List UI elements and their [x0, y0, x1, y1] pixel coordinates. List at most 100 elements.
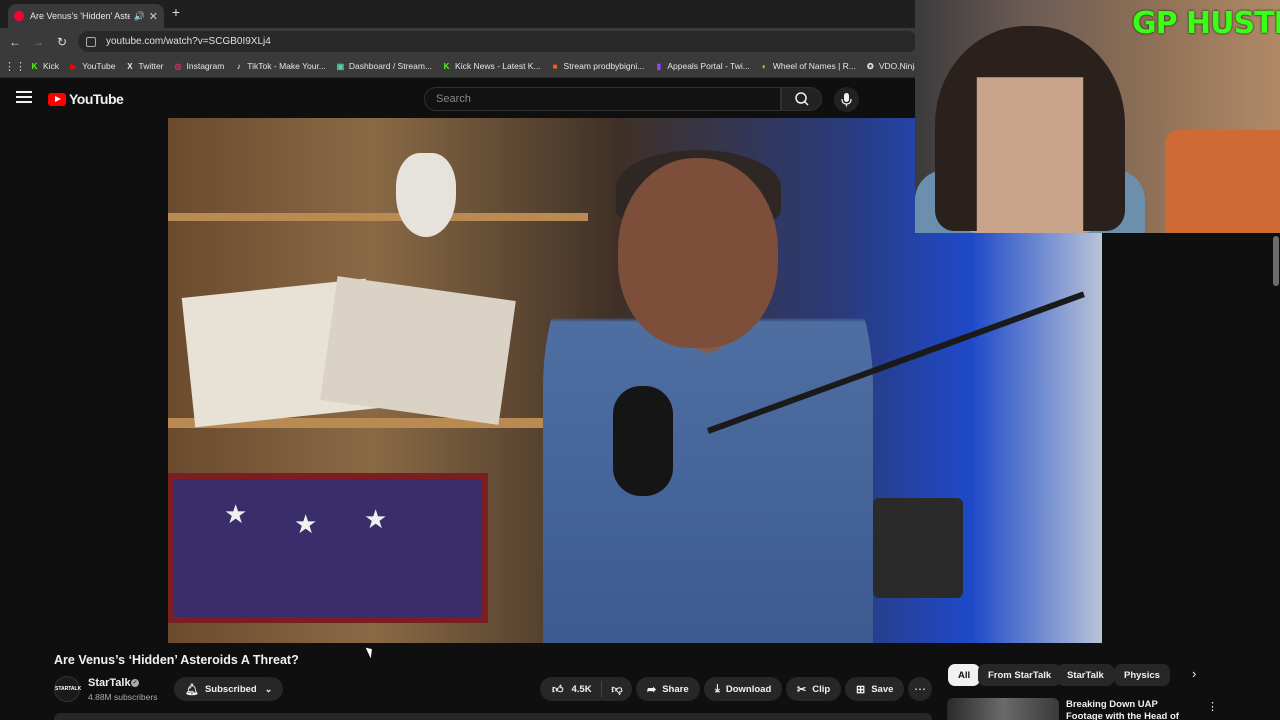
more-vertical-icon[interactable]: ⋮ [1207, 700, 1218, 713]
video-scene-book [320, 276, 516, 425]
bookmark-list: K Kick ▶ YouTube X Twitter ◎ Instagram ♪ TikTok -… [30, 61, 929, 71]
bookmark-label: Kick [43, 61, 60, 71]
bookmark-favicon-icon: ◎ [174, 61, 182, 71]
reload-button[interactable]: ↻ [53, 33, 71, 51]
chip-all[interactable]: All [948, 664, 981, 686]
bookmark-favicon-icon: K [443, 61, 450, 71]
video-scene-shelf [168, 213, 588, 221]
bookmark-label: Wheel of Names | R... [772, 61, 856, 71]
download-button[interactable]: ⤓ Download [704, 677, 783, 701]
bookmark-item[interactable]: ♪ TikTok - Make Your... [234, 61, 326, 71]
chip-startalk[interactable]: StarTalk [1057, 664, 1114, 686]
bell-icon: 🔔︎ [185, 683, 199, 696]
bookmark-favicon-icon: ✪ [867, 61, 874, 71]
url-field[interactable]: youtube.com/watch?v=SCGB0I9XLj4 [78, 31, 918, 52]
scissors-icon: ✂ [797, 683, 807, 696]
bookmark-favicon-icon: ▶ [70, 61, 77, 71]
clip-button[interactable]: ✂ Clip [786, 677, 842, 701]
video-title: Are Venus’s ‘Hidden’ Asteroids A Threat? [54, 653, 299, 667]
subscribed-button[interactable]: 🔔︎ Subscribed ⌄ [174, 677, 284, 701]
search-icon [795, 92, 809, 106]
forward-button[interactable]: → [29, 33, 47, 51]
speaker-icon[interactable]: 🔊 [134, 11, 145, 22]
channel-name[interactable]: StarTalk [88, 677, 131, 689]
description-box[interactable] [54, 713, 932, 720]
bookmark-item[interactable]: ■ Stream prodbybigni... [551, 61, 645, 71]
youtube-logo[interactable]: YouTube [48, 91, 124, 107]
search-button[interactable] [781, 87, 822, 111]
bookmark-label: Appeals Portal - Twi... [667, 61, 750, 71]
bookmark-add-icon: ⊞ [856, 683, 866, 696]
voice-search-button[interactable] [834, 87, 859, 112]
youtube-favicon-icon [14, 11, 24, 21]
bookmark-favicon-icon: ♪ [236, 61, 241, 71]
page-scrollbar[interactable] [1272, 234, 1280, 720]
save-button[interactable]: ⊞ Save [845, 677, 905, 701]
bookmark-label: Twitter [138, 61, 164, 71]
bookmark-favicon-icon: ▮ [656, 61, 662, 71]
back-button[interactable]: ← [6, 33, 24, 51]
more-actions-button[interactable]: ⋯ [908, 677, 932, 701]
like-button[interactable]: 👍︎ 4.5K [540, 681, 602, 697]
youtube-logo-text: YouTube [69, 91, 124, 107]
more-horizontal-icon: ⋯ [914, 682, 926, 696]
bookmark-favicon-icon: K [31, 61, 38, 71]
close-tab-icon[interactable]: ✕ [149, 10, 158, 23]
channel-avatar[interactable]: STARTALK [54, 676, 81, 702]
bookmark-label: YouTube [82, 61, 116, 71]
bookmark-favicon-icon: ▣ [336, 61, 345, 71]
like-count: 4.5K [571, 683, 592, 695]
page-scrollbar-thumb[interactable] [1273, 236, 1279, 286]
chip-physics[interactable]: Physics [1114, 664, 1170, 686]
thumbs-up-icon: 👍︎ [552, 683, 564, 696]
chevron-down-icon: ⌄ [264, 683, 273, 694]
download-icon: ⤓ [715, 682, 720, 695]
url-text: youtube.com/watch?v=SCGB0I9XLj4 [106, 36, 271, 47]
dislike-button[interactable]: 👎︎ [602, 683, 632, 696]
site-info-icon[interactable] [86, 36, 96, 47]
like-dislike-group: 👍︎ 4.5K 👎︎ [540, 677, 632, 701]
video-scene-phone [873, 498, 963, 598]
menu-icon[interactable] [16, 91, 32, 103]
bookmark-item[interactable]: ◎ Instagram [174, 61, 225, 71]
bookmark-item[interactable]: ✪ VDO.Ninja [866, 61, 919, 71]
stream-overlay-label: GP HUSTLA [1132, 6, 1280, 41]
browser-tab-active[interactable]: Are Venus's 'Hidden' Asteroids 🔊 ✕ [8, 4, 164, 28]
video-scene-microphone [613, 386, 673, 496]
verified-check-icon: ✓ [131, 679, 139, 687]
video-scene-flag: ★ ★ ★ [168, 473, 488, 623]
clip-label: Clip [812, 683, 831, 695]
share-button[interactable]: ➦ Share [636, 677, 700, 701]
subscriber-count: 4.88M subscribers [88, 692, 158, 702]
bookmark-label: VDO.Ninja [878, 61, 920, 71]
bookmark-item[interactable]: K Kick [30, 61, 59, 71]
video-scene-mask [396, 153, 456, 237]
bookmark-item[interactable]: ▶ YouTube [69, 61, 115, 71]
bookmark-label: Instagram [186, 61, 225, 71]
apps-grid-icon[interactable]: ⋮⋮ [0, 60, 30, 73]
subscribed-label: Subscribed [204, 683, 257, 695]
bookmark-favicon-icon: ■ [552, 61, 558, 71]
bookmark-label: TikTok - Make Your... [247, 61, 326, 71]
share-label: Share [662, 683, 689, 695]
recommendation-thumbnail[interactable] [947, 698, 1059, 720]
bookmark-item[interactable]: ▮ Appeals Portal - Twi... [654, 61, 750, 71]
bookmark-item[interactable]: ▣ Dashboard / Stream... [336, 61, 432, 71]
youtube-play-icon [48, 92, 66, 106]
search-input[interactable]: Search [424, 87, 781, 111]
bookmark-item[interactable]: ◐ Wheel of Names | R... [760, 61, 856, 71]
save-label: Save [871, 683, 894, 695]
bookmark-label: Stream prodbybigni... [563, 61, 645, 71]
video-scene-head [618, 158, 778, 348]
new-tab-button[interactable]: + [168, 4, 184, 20]
recommendation-title[interactable]: Breaking Down UAP Footage with the Head … [1066, 699, 1196, 720]
chevron-right-icon[interactable]: › [1192, 666, 1196, 681]
webcam-scene-chair [1165, 130, 1280, 233]
bookmark-favicon-icon: ◐ [761, 61, 767, 71]
bookmark-item[interactable]: X Twitter [125, 61, 163, 71]
download-label: Download [725, 683, 772, 695]
share-icon: ➦ [647, 683, 657, 696]
chip-from-startalk[interactable]: From StarTalk [978, 664, 1062, 686]
mouse-cursor-icon [365, 645, 376, 659]
bookmark-item[interactable]: K Kick News - Latest K... [442, 61, 541, 71]
